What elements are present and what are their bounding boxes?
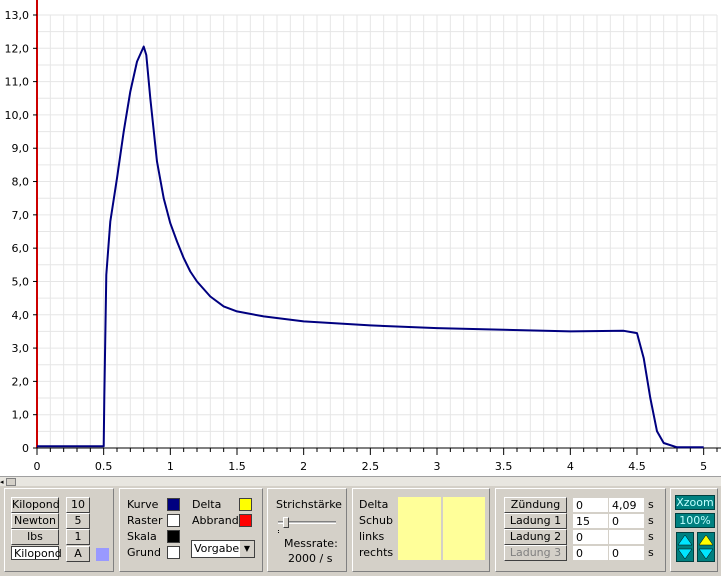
abbrand-color-swatch[interactable] (239, 514, 252, 527)
x-tick-label: 3 (434, 460, 441, 473)
chart-svg: 0 1,0 2,0 3,0 4,0 5,0 6,0 7,0 8,0 9,0 10,0 11,0 12,0… (5, 0, 721, 473)
zoom-out-button[interactable] (697, 532, 715, 562)
y-tick-label: 12,0 (5, 42, 30, 55)
ladung-2-value-2[interactable] (609, 530, 644, 544)
ladung-1-unit: s (648, 514, 654, 527)
raster-label: Raster (127, 514, 163, 527)
measure-rechts-label: rechts (359, 546, 394, 559)
unit-color-swatch (96, 548, 109, 561)
zuendung-value-2[interactable]: 4,09 (609, 498, 644, 512)
zuendung-unit: s (648, 498, 654, 511)
zoom-in-button[interactable] (676, 532, 694, 562)
x-tick-label: 3.5 (495, 460, 513, 473)
kurve-color-swatch[interactable] (167, 498, 180, 511)
stroke-label: Strichstärke (276, 498, 342, 511)
zoom-up-down-yellow-icon (698, 534, 714, 560)
ladung-1-value-2[interactable]: 0 (609, 514, 644, 528)
grund-label: Grund (127, 546, 161, 559)
y-tick-label: 8,0 (12, 176, 30, 189)
scroll-thumb[interactable] (6, 478, 16, 486)
y-tick-label: 2,0 (12, 375, 30, 388)
x-tick-label: 2 (300, 460, 307, 473)
y-tick-label: 6,0 (12, 242, 30, 255)
x-tick-label: 2.5 (362, 460, 380, 473)
thrust-chart: 0 1,0 2,0 3,0 4,0 5,0 6,0 7,0 8,0 9,0 10,0 11,0 12,0… (0, 0, 721, 476)
lbs-button[interactable]: lbs (11, 529, 59, 545)
zuendung-button[interactable]: Zündung (504, 497, 567, 513)
stroke-slider-thumb[interactable] (283, 517, 289, 528)
raster-color-swatch[interactable] (167, 514, 180, 527)
x-tick-label: 4.5 (628, 460, 646, 473)
x-tick-label: 0.5 (95, 460, 113, 473)
x-tick-label: 1.5 (228, 460, 246, 473)
ladung-1-value-1[interactable]: 15 (573, 514, 608, 528)
grund-color-swatch[interactable] (167, 546, 180, 559)
x-tick-label: 1 (167, 460, 174, 473)
measure-right-values (443, 497, 485, 560)
xzoom-button[interactable]: Xzoom (675, 495, 715, 510)
vorgabe-dropdown[interactable]: Vorgabe ▼ (191, 540, 255, 558)
charges-group: Zündung Ladung 1 Ladung 2 Ladung 3 0 4,0… (495, 488, 666, 572)
delta-color-swatch[interactable] (239, 498, 252, 511)
stroke-slider[interactable] (278, 517, 336, 533)
current-unit-field: Kilopond (11, 546, 62, 560)
measure-schub-label: Schub (359, 514, 393, 527)
y-tick-label: 7,0 (12, 209, 30, 222)
y-tick-label: 9,0 (12, 142, 30, 155)
measure-left-values (398, 497, 442, 560)
newton-button[interactable]: Newton (11, 513, 59, 529)
zoom-percent: 100% (675, 513, 715, 528)
ladung-3-value-1[interactable]: 0 (573, 546, 608, 560)
y-tick-label: 11,0 (5, 76, 30, 89)
x-tick-label: 5 (700, 460, 707, 473)
scale-auto-button[interactable]: A (66, 546, 90, 562)
measure-links-label: links (359, 530, 385, 543)
y-tick-label: 10,0 (5, 109, 30, 122)
vorgabe-value: Vorgabe (194, 542, 240, 555)
abbrand-label: Abbrand (192, 514, 239, 527)
y-tick-label: 3,0 (12, 342, 30, 355)
rate-value: 2000 / s (288, 552, 333, 565)
scale-10-button[interactable]: 10 (66, 497, 90, 513)
y-tick-label: 0 (22, 442, 29, 455)
horizontal-scrollbar[interactable]: ◂ (0, 476, 721, 486)
kurve-label: Kurve (127, 498, 159, 511)
rate-label: Messrate: (284, 537, 338, 550)
ladung-2-unit: s (648, 530, 654, 543)
control-panel: Kilopond Newton lbs Kilopond 10 5 1 A Ku… (0, 486, 721, 576)
skala-color-swatch[interactable] (167, 530, 180, 543)
x-tick-label: 0 (34, 460, 41, 473)
chevron-down-icon[interactable]: ▼ (239, 541, 254, 557)
zoom-group: Xzoom 100% (670, 488, 718, 572)
y-tick-label: 5,0 (12, 275, 30, 288)
ladung-3-button[interactable]: Ladung 3 (504, 545, 567, 561)
y-tick-label: 13,0 (5, 9, 30, 22)
colors-group: Kurve Raster Skala Grund Delta Abbrand V… (119, 488, 263, 572)
ladung-3-value-2[interactable]: 0 (609, 546, 644, 560)
measure-delta-label: Delta (359, 498, 389, 511)
skala-label: Skala (127, 530, 157, 543)
stroke-group: Strichstärke Messrate: 2000 / s (267, 488, 347, 572)
scale-5-button[interactable]: 5 (66, 513, 90, 529)
x-tick-label: 4 (567, 460, 574, 473)
ladung-1-button[interactable]: Ladung 1 (504, 513, 567, 529)
y-tick-label: 1,0 (12, 409, 30, 422)
ladung-2-value-1[interactable]: 0 (573, 530, 608, 544)
zuendung-value-1[interactable]: 0 (573, 498, 608, 512)
scale-1-button[interactable]: 1 (66, 529, 90, 545)
units-group: Kilopond Newton lbs Kilopond 10 5 1 A (4, 488, 114, 572)
zoom-up-down-icon (677, 534, 693, 560)
ladung-2-button[interactable]: Ladung 2 (504, 529, 567, 545)
y-tick-label: 4,0 (12, 309, 30, 322)
delta-color-label: Delta (192, 498, 222, 511)
ladung-3-unit: s (648, 546, 654, 559)
measures-group: Delta Schub links rechts (352, 488, 490, 572)
kilopond-button[interactable]: Kilopond (11, 497, 60, 513)
